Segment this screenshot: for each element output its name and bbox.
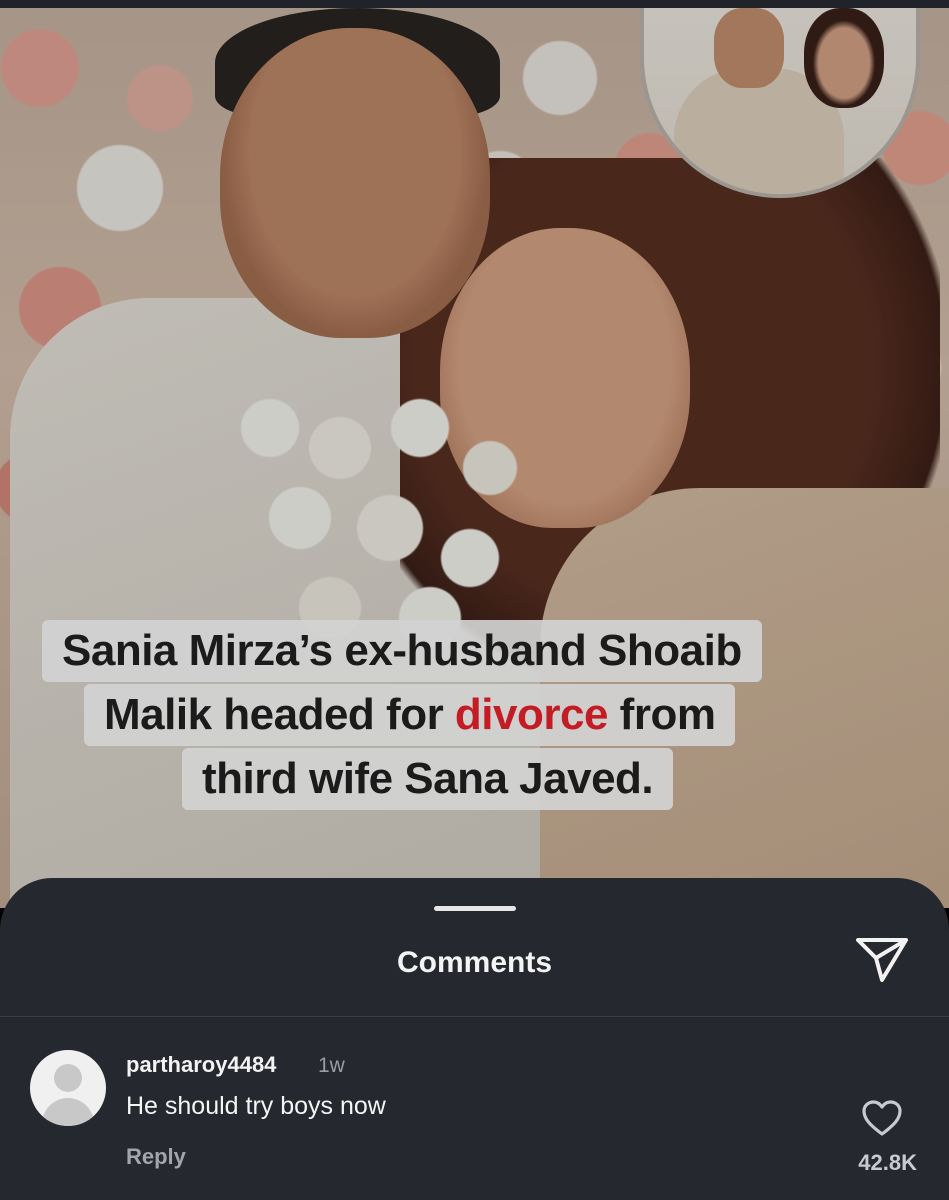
comment-username[interactable]: partharoy4484 bbox=[126, 1052, 276, 1078]
send-icon bbox=[856, 938, 908, 982]
comment-text: He should try boys now bbox=[126, 1092, 386, 1120]
comment-item: partharoy4484 1w He should try boys now … bbox=[0, 1018, 949, 1200]
headline-line-3: third wife Sana Javed. bbox=[182, 748, 674, 810]
headline-line-1: Sania Mirza’s ex-husband Shoaib bbox=[42, 620, 762, 682]
comments-sheet: Comments partharoy4484 1w He should try … bbox=[0, 878, 949, 1200]
like-count: 42.8K bbox=[858, 1150, 917, 1175]
default-avatar-icon bbox=[54, 1064, 82, 1092]
headline-accent-word: divorce bbox=[454, 690, 609, 739]
flower-garland bbox=[230, 388, 530, 648]
reply-button[interactable]: Reply bbox=[126, 1144, 186, 1170]
headline-text-3: third wife Sana Javed. bbox=[202, 754, 654, 803]
sheet-drag-handle[interactable] bbox=[434, 906, 516, 911]
avatar-shoulders bbox=[42, 1098, 94, 1126]
inset-woman-face bbox=[804, 8, 884, 108]
like-button[interactable] bbox=[860, 1098, 904, 1138]
share-button[interactable] bbox=[852, 934, 912, 986]
inset-man-face bbox=[714, 8, 784, 88]
status-strip bbox=[0, 0, 949, 8]
sheet-divider bbox=[0, 1016, 949, 1017]
comment-time: 1w bbox=[318, 1054, 345, 1077]
headline-text-2a: Malik headed for bbox=[104, 690, 455, 739]
man-face bbox=[220, 28, 490, 338]
commenter-avatar[interactable] bbox=[30, 1050, 106, 1126]
headline-text-1: Sania Mirza’s ex-husband Shoaib bbox=[62, 626, 742, 675]
headline-text-2b: from bbox=[607, 690, 716, 739]
heart-icon bbox=[862, 1100, 902, 1136]
post-headline: Sania Mirza’s ex-husband Shoaib Malik he… bbox=[42, 612, 912, 828]
headline-line-2: Malik headed for divorce from bbox=[84, 684, 736, 746]
sheet-title: Comments bbox=[396, 946, 553, 979]
